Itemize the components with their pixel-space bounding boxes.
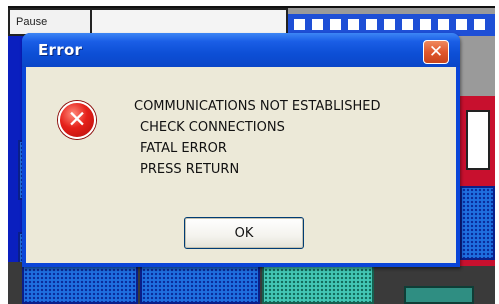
alarm-window <box>466 110 490 170</box>
message-line: PRESS RETURN <box>140 162 240 177</box>
status-indicator <box>348 19 359 30</box>
status-indicator <box>420 19 431 30</box>
status-indicator <box>402 19 413 30</box>
error-icon-glyph: ✕ <box>67 107 87 133</box>
status-indicator <box>438 19 449 30</box>
message-line: FATAL ERROR <box>140 141 227 156</box>
message-line: COMMUNICATIONS NOT ESTABLISHED <box>134 99 381 114</box>
module-block <box>22 262 138 304</box>
status-indicator <box>366 19 377 30</box>
status-indicator <box>294 19 305 30</box>
module-block <box>460 186 495 260</box>
status-indicator <box>456 19 467 30</box>
error-icon: ✕ <box>58 101 96 139</box>
status-indicator <box>312 19 323 30</box>
dialog-title: Error <box>38 41 83 59</box>
close-button[interactable]: ✕ <box>423 40 449 64</box>
module-block <box>140 262 260 304</box>
status-indicator <box>474 19 485 30</box>
dialog-body: ✕ COMMUNICATIONS NOT ESTABLISHED CHECK C… <box>26 67 456 263</box>
close-icon: ✕ <box>428 42 444 62</box>
dialog-titlebar[interactable]: Error ✕ <box>22 33 460 67</box>
message-line: CHECK CONNECTIONS <box>140 120 285 135</box>
ok-button-label: OK <box>234 226 254 241</box>
status-box <box>404 286 474 304</box>
status-indicator <box>384 19 395 30</box>
ok-button[interactable]: OK <box>184 217 304 249</box>
header-panel <box>92 8 288 36</box>
status-indicator <box>330 19 341 30</box>
pause-tab[interactable]: Pause <box>8 8 92 36</box>
module-block <box>262 262 374 304</box>
error-dialog: Error ✕ ✕ COMMUNICATIONS NOT ESTABLISHED… <box>22 33 460 267</box>
